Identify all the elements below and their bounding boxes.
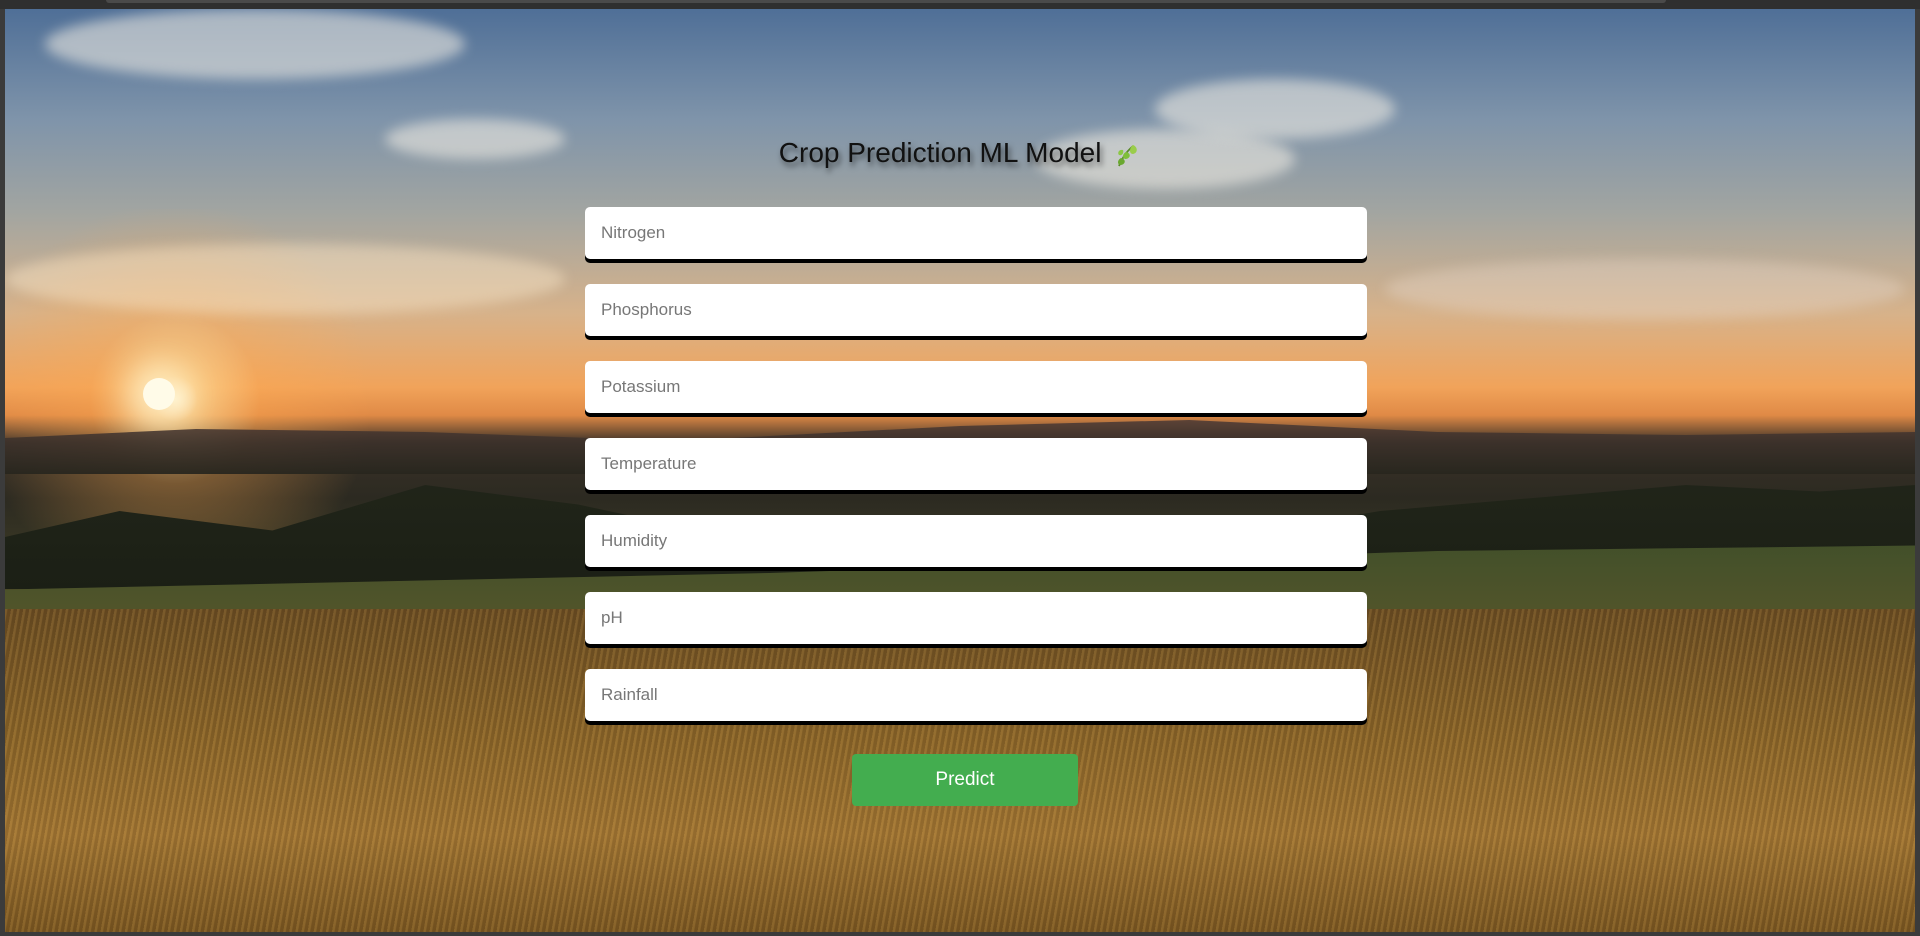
browser-window: Crop Prediction ML Model Predict xyxy=(0,0,1920,936)
temperature-input[interactable] xyxy=(585,438,1367,490)
address-bar-edge xyxy=(106,0,1666,3)
humidity-input[interactable] xyxy=(585,515,1367,567)
rainfall-input[interactable] xyxy=(585,669,1367,721)
crop-prediction-form xyxy=(585,207,1367,746)
potassium-input[interactable] xyxy=(585,361,1367,413)
page-title-text: Crop Prediction ML Model xyxy=(778,137,1102,168)
predict-button[interactable]: Predict xyxy=(852,754,1078,806)
page-title: Crop Prediction ML Model xyxy=(5,137,1915,169)
page-content: Crop Prediction ML Model Predict xyxy=(5,9,1915,932)
ph-input[interactable] xyxy=(585,592,1367,644)
window-top-strip xyxy=(0,0,1920,9)
page-viewport: Crop Prediction ML Model Predict xyxy=(5,9,1915,932)
nitrogen-input[interactable] xyxy=(585,207,1367,259)
phosphorus-input[interactable] xyxy=(585,284,1367,336)
leaf-icon xyxy=(1118,144,1137,166)
